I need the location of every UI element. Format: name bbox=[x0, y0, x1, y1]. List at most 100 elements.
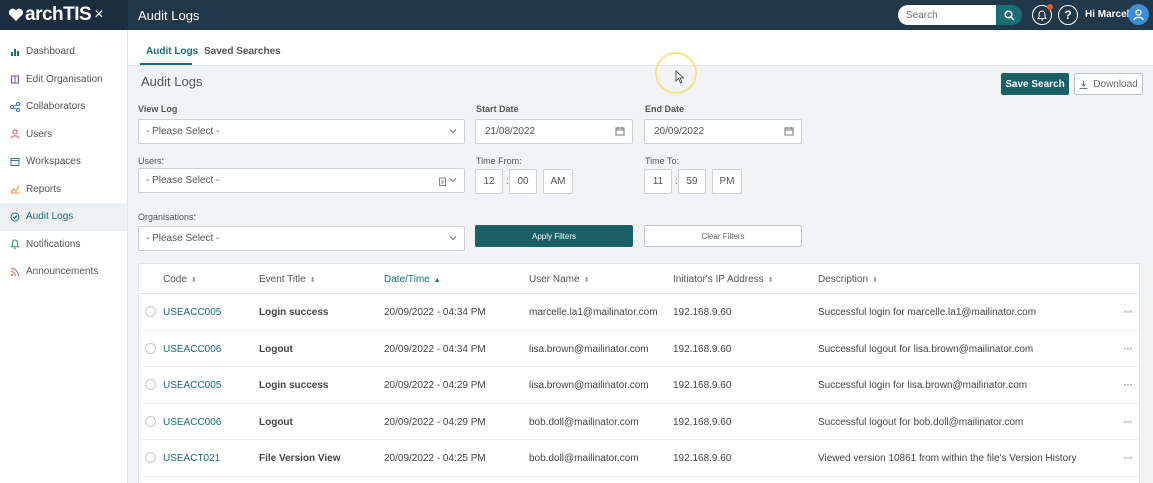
time-to-ampm[interactable]: PM bbox=[712, 169, 742, 194]
row-code[interactable]: USEACC006 bbox=[163, 344, 221, 355]
avatar[interactable] bbox=[1128, 4, 1149, 25]
sidebar-item-label: Notifications bbox=[26, 238, 81, 250]
sidebar-item-label: Collaborators bbox=[26, 101, 86, 113]
sidebar-item-reports[interactable]: Reports bbox=[0, 176, 127, 204]
start-date-value: 21/08/2022 bbox=[485, 126, 536, 137]
close-icon[interactable]: × bbox=[94, 6, 103, 24]
table-row[interactable]: USEACT021 File Version View 20/09/2022 -… bbox=[139, 440, 1139, 477]
row-ip-address: 192.168.9.60 bbox=[673, 307, 732, 318]
time-from-ampm[interactable]: AM bbox=[543, 169, 573, 194]
users-label: Users: bbox=[138, 156, 165, 166]
row-more-menu-icon[interactable]: ··· bbox=[1123, 377, 1133, 391]
row-select-radio[interactable] bbox=[145, 415, 156, 427]
share-icon bbox=[10, 101, 20, 112]
row-description: Successful login for lisa.brown@mailinat… bbox=[818, 380, 1028, 392]
sidebar-item-workspaces[interactable]: Workspaces bbox=[0, 148, 127, 176]
sidebar-item-label: Audit Logs bbox=[26, 211, 74, 223]
sidebar-item-audit-logs[interactable]: Audit Logs bbox=[0, 203, 127, 231]
row-description: Successful login for marcelle.la1@mailin… bbox=[818, 307, 1037, 318]
table-row[interactable]: USEACC006 Logout 20/09/2022 - 04:29 PM b… bbox=[139, 404, 1139, 441]
row-select-radio[interactable] bbox=[145, 342, 156, 354]
row-event-title: Logout bbox=[259, 343, 293, 355]
row-more-menu-icon[interactable]: ··· bbox=[1123, 450, 1133, 464]
main-content: Audit Logs Saved Searches Audit Logs Sav… bbox=[128, 30, 1153, 483]
row-user-name: bob.doll@mailinator.com bbox=[529, 416, 639, 428]
column-header-user-name[interactable]: User Name ⬍ bbox=[529, 274, 589, 285]
column-header-label: Initiator's IP Address bbox=[673, 274, 764, 285]
app-logo[interactable]: archTIS × bbox=[0, 0, 128, 30]
sidebar-item-edit-organisation[interactable]: Edit Organisation bbox=[0, 66, 127, 94]
search-icon bbox=[1003, 9, 1015, 21]
start-date-field[interactable]: 21/08/2022 bbox=[475, 119, 633, 144]
row-more-menu-icon[interactable]: ··· bbox=[1123, 304, 1133, 318]
search-input[interactable] bbox=[898, 5, 996, 25]
tab-audit-logs[interactable]: Audit Logs bbox=[146, 46, 198, 57]
row-description: Successful logout for lisa.brown@mailina… bbox=[818, 343, 1034, 355]
building-icon bbox=[10, 74, 20, 84]
column-header-ip-address[interactable]: Initiator's IP Address ⬍ bbox=[673, 274, 774, 285]
page-title: Audit Logs bbox=[138, 7, 200, 23]
sidebar-item-announcements[interactable]: Announcements bbox=[0, 258, 127, 286]
audit-icon bbox=[10, 212, 20, 222]
calendar-icon[interactable] bbox=[615, 126, 625, 136]
row-code[interactable]: USEACC006 bbox=[163, 417, 221, 428]
table-row[interactable]: USEACC005 Login success 20/09/2022 - 04:… bbox=[139, 367, 1139, 404]
clear-filters-button[interactable]: Clear Filters bbox=[644, 225, 802, 247]
time-to-minute[interactable]: 59 bbox=[678, 169, 706, 194]
row-ip-address: 192.168.9.60 bbox=[673, 343, 732, 355]
search-button[interactable] bbox=[996, 5, 1022, 25]
time-from-minute[interactable]: 00 bbox=[509, 169, 537, 194]
row-code[interactable]: USEACC005 bbox=[163, 307, 221, 318]
row-user-name: bob.doll@mailinator.com bbox=[529, 453, 639, 465]
sidebar-item-notifications[interactable]: Notifications bbox=[0, 231, 127, 259]
row-more-menu-icon[interactable]: ··· bbox=[1123, 414, 1133, 428]
sidebar-item-collaborators[interactable]: Collaborators bbox=[0, 93, 127, 121]
tab-saved-searches[interactable]: Saved Searches bbox=[204, 46, 281, 57]
end-date-field[interactable]: 20/09/2022 bbox=[644, 119, 802, 144]
sidebar-item-label: Users bbox=[26, 128, 53, 140]
users-select[interactable]: - Please Select - bbox=[138, 168, 465, 193]
row-select-radio[interactable] bbox=[145, 452, 156, 464]
row-more-menu-icon[interactable]: ··· bbox=[1123, 341, 1133, 355]
column-header-description[interactable]: Description ⬍ bbox=[818, 274, 878, 285]
section-title: Audit Logs bbox=[141, 74, 203, 89]
workspace-icon bbox=[10, 157, 20, 167]
row-code[interactable]: USEACC005 bbox=[163, 380, 221, 391]
time-to-hour[interactable]: 11 bbox=[644, 169, 672, 194]
column-header-code[interactable]: Code ⬍ bbox=[163, 274, 197, 285]
organisations-select[interactable]: - Please Select - bbox=[138, 226, 465, 251]
table-row[interactable]: USEACC006 Logout 20/09/2022 - 04:34 PM l… bbox=[139, 331, 1139, 368]
sort-icon: ⬍ bbox=[309, 277, 316, 284]
mouse-cursor-icon bbox=[675, 70, 685, 84]
sort-ascending-icon: ▲ bbox=[433, 277, 441, 284]
table-row[interactable]: USEACC005 Login success 20/09/2022 - 04:… bbox=[139, 294, 1139, 331]
download-button[interactable]: Download bbox=[1074, 73, 1143, 95]
row-event-title: Logout bbox=[259, 416, 293, 428]
view-log-select[interactable]: - Please Select - bbox=[138, 119, 465, 144]
row-datetime: 20/09/2022 - 04:34 PM bbox=[384, 307, 486, 318]
notifications-button[interactable] bbox=[1032, 4, 1053, 25]
chevron-down-icon bbox=[449, 129, 457, 134]
help-button[interactable]: ? bbox=[1058, 5, 1078, 25]
row-select-radio[interactable] bbox=[145, 306, 156, 317]
row-datetime: 20/09/2022 - 04:29 PM bbox=[384, 416, 486, 428]
row-select-radio[interactable] bbox=[145, 379, 156, 391]
active-tab-indicator bbox=[140, 63, 192, 65]
download-label: Download bbox=[1093, 78, 1138, 90]
save-search-button[interactable]: Save Search bbox=[1001, 73, 1069, 95]
apply-filters-button[interactable]: Apply Filters bbox=[475, 225, 633, 247]
view-log-value: - Please Select - bbox=[146, 126, 220, 137]
sidebar-item-dashboard[interactable]: Dashboard bbox=[0, 38, 127, 66]
column-header-event-title[interactable]: Event Title ⬍ bbox=[259, 274, 316, 285]
row-event-title: Login success bbox=[259, 380, 329, 392]
bell-icon bbox=[1037, 9, 1047, 20]
sidebar-item-users[interactable]: Users bbox=[0, 121, 127, 149]
sidebar-item-label: Reports bbox=[26, 183, 62, 195]
column-header-datetime[interactable]: Date/Time ▲ bbox=[384, 274, 441, 285]
calendar-icon[interactable] bbox=[784, 126, 794, 136]
end-date-label: End Date bbox=[645, 104, 685, 114]
row-description: Viewed version 10861 from within the fil… bbox=[818, 453, 1077, 465]
row-code[interactable]: USEACT021 bbox=[163, 453, 220, 464]
time-from-hour[interactable]: 12 bbox=[475, 169, 503, 194]
sidebar-item-label: Dashboard bbox=[26, 46, 75, 58]
